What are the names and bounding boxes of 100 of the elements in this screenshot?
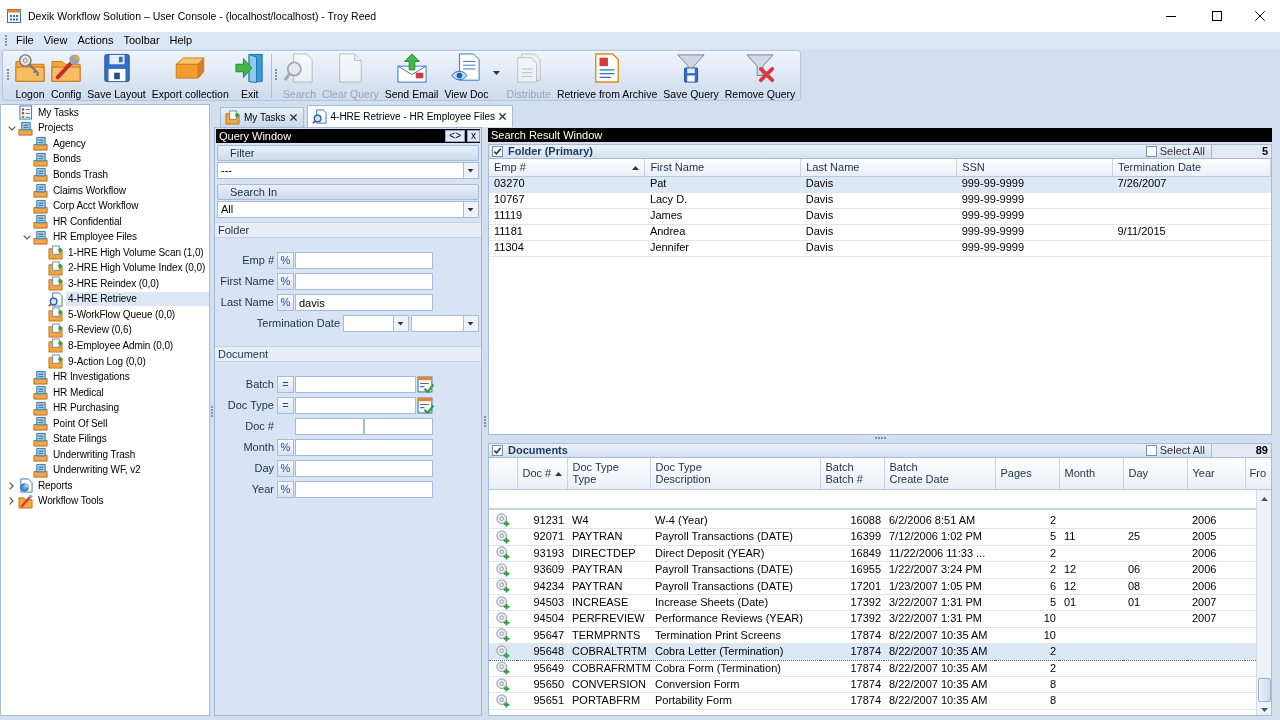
list-check-icon[interactable] bbox=[417, 376, 434, 393]
disc-plus-icon[interactable] bbox=[496, 612, 510, 627]
column-header[interactable]: Doc Type Type bbox=[567, 458, 650, 489]
table-row[interactable]: 94234 PAYTRAN Payroll Transactions (DATE) 17201 1/23/2007 1:05 PM 6 12 08 2006 bbox=[489, 578, 1256, 595]
disc-plus-icon[interactable] bbox=[496, 562, 510, 577]
tree-item[interactable]: Claims Workflow bbox=[51, 183, 209, 198]
export-collection-button[interactable]: Export collection bbox=[148, 51, 232, 100]
column-header[interactable]: Batch Batch # bbox=[820, 458, 884, 489]
tree-item[interactable]: 4-HRE Retrieve bbox=[66, 292, 209, 307]
chevron-down-icon[interactable] bbox=[22, 234, 31, 240]
table-row[interactable]: 95650 CONVERSION Conversion Form 17874 8/22/2007 10:35 AM 8 bbox=[489, 676, 1256, 693]
operator-button[interactable]: = bbox=[277, 397, 294, 414]
column-header[interactable]: Doc # bbox=[517, 458, 567, 489]
menu-item[interactable]: File bbox=[11, 33, 39, 48]
scroll-down-icon[interactable] bbox=[1260, 708, 1268, 712]
vertical-scrollbar[interactable] bbox=[1256, 489, 1271, 715]
tab[interactable]: 4-HRE Retrieve - HR Employee Files bbox=[306, 105, 513, 127]
table-row[interactable]: 91231 W4 W-4 (Year) 16088 6/2/2006 8:51 AM 2 2006 bbox=[489, 512, 1256, 529]
tree-item[interactable]: 6-Review (0,6) bbox=[66, 323, 209, 338]
input-field[interactable] bbox=[295, 418, 364, 435]
tree-item[interactable]: 9-Action Log (0,0) bbox=[66, 354, 209, 369]
caret-icon[interactable] bbox=[463, 163, 478, 178]
tree-item[interactable]: Bonds bbox=[51, 152, 209, 167]
column-header[interactable]: Year bbox=[1187, 458, 1245, 489]
tree-item[interactable]: 8-Employee Admin (0,0) bbox=[66, 338, 209, 353]
tree-item[interactable]: HR Purchasing bbox=[51, 401, 209, 416]
dock-button[interactable]: <> bbox=[445, 130, 465, 142]
input-field[interactable] bbox=[295, 481, 433, 498]
menu-item[interactable]: Toolbar bbox=[118, 33, 165, 48]
operator-button[interactable]: % bbox=[277, 294, 294, 311]
chevron-right-icon[interactable] bbox=[9, 497, 14, 506]
tree-item[interactable]: HR Investigations bbox=[51, 370, 209, 385]
column-header[interactable]: Termination Date bbox=[1112, 159, 1271, 176]
disc-plus-icon[interactable] bbox=[496, 644, 510, 659]
tree-item[interactable]: 1-HRE High Volume Scan (1,0) bbox=[66, 245, 209, 260]
menu-item[interactable]: View bbox=[38, 33, 73, 48]
input-field[interactable] bbox=[295, 397, 416, 414]
checkbox[interactable] bbox=[1145, 445, 1157, 456]
tree-item[interactable]: Underwriting WF, v2 bbox=[51, 463, 209, 478]
close-icon[interactable] bbox=[289, 114, 297, 121]
input-field[interactable] bbox=[295, 460, 433, 477]
tree-item[interactable]: Agency bbox=[51, 136, 209, 151]
column-header[interactable]: Batch Create Date bbox=[884, 458, 995, 489]
caret-icon[interactable] bbox=[463, 316, 478, 331]
tree-item[interactable]: 3-HRE Reindex (0,0) bbox=[66, 276, 209, 291]
select-all-label[interactable]: Select All bbox=[1159, 443, 1205, 458]
tree-item[interactable]: 5-WorkFlow Queue (0,0) bbox=[66, 307, 209, 322]
table-row[interactable]: 94504 PERFREVIEW Performance Reviews (YEAR) 17392 3/22/2007 1:31 PM 10 2007 bbox=[489, 610, 1256, 628]
table-row[interactable]: 94503 INCREASE Increase Sheets (Date) 17392 3/22/2007 1:31 PM 5 01 01 2007 bbox=[489, 594, 1256, 611]
caret-icon[interactable] bbox=[492, 71, 500, 75]
column-header[interactable]: Month bbox=[1059, 458, 1123, 489]
tree-item[interactable]: State Filings bbox=[51, 432, 209, 447]
column-header[interactable]: Pages bbox=[995, 458, 1059, 489]
disc-plus-icon[interactable] bbox=[496, 661, 510, 676]
list-check-icon[interactable] bbox=[417, 397, 434, 414]
disc-plus-icon[interactable] bbox=[496, 513, 510, 528]
column-header[interactable]: Emp # bbox=[489, 159, 645, 176]
tree-item[interactable]: HR Confidential bbox=[51, 214, 209, 229]
save-query-button[interactable]: Save Query bbox=[660, 51, 722, 100]
checkbox[interactable] bbox=[492, 146, 503, 157]
table-row[interactable]: 03270 Pat Davis 999-99-9999 7/26/2007 bbox=[489, 176, 1271, 192]
column-header[interactable]: Fro bbox=[1245, 458, 1271, 489]
column-header[interactable]: Doc Type Description bbox=[650, 458, 820, 489]
table-row[interactable]: 95651 PORTABFRM Portability Form 17874 8/22/2007 10:35 AM 8 bbox=[489, 692, 1256, 710]
scroll-thumb[interactable] bbox=[1257, 678, 1271, 702]
disc-plus-icon[interactable] bbox=[496, 530, 510, 545]
tree-item[interactable]: Underwriting Trash bbox=[51, 447, 209, 462]
table-row[interactable]: 92071 PAYTRAN Payroll Transactions (DATE) 16399 7/12/2006 1:02 PM 5 11 25 2005 bbox=[489, 528, 1256, 546]
tree-item[interactable]: Workflow Tools bbox=[36, 494, 209, 509]
close-icon[interactable] bbox=[499, 113, 506, 120]
tree-item[interactable]: HR Employee Files bbox=[51, 230, 209, 245]
table-row[interactable]: 93193 DIRECTDEP Direct Deposit (YEAR) 16849 11/22/2006 11:33 ... 2 2006 bbox=[489, 545, 1256, 562]
column-header[interactable]: First Name bbox=[644, 159, 801, 176]
disc-plus-icon[interactable] bbox=[496, 628, 510, 643]
send-email-button[interactable]: Send Email bbox=[381, 51, 442, 100]
chevron-down-icon[interactable] bbox=[7, 125, 16, 131]
filter-dropdown[interactable]: --- bbox=[217, 162, 479, 179]
retrieve-archive-button[interactable]: Retrieve from Archive bbox=[553, 51, 661, 100]
logon-button[interactable]: Logon bbox=[12, 51, 48, 100]
search-in-dropdown[interactable]: All bbox=[217, 201, 479, 218]
exit-button[interactable]: Exit bbox=[231, 51, 268, 100]
tab[interactable]: My Tasks bbox=[220, 107, 304, 127]
view-doc-button[interactable]: View Doc bbox=[441, 51, 492, 100]
input-field[interactable] bbox=[295, 439, 433, 456]
tree-item[interactable]: 2-HRE High Volume Index (0,0) bbox=[66, 261, 209, 276]
close-button[interactable]: x bbox=[467, 130, 480, 142]
disc-plus-icon[interactable] bbox=[496, 579, 510, 594]
tree-item[interactable]: Point Of Sell bbox=[51, 416, 209, 431]
table-row[interactable]: 95648 COBRALTRTM Cobra Letter (Termination) 17874 8/22/2007 10:35 AM 2 bbox=[489, 643, 1256, 660]
tree-item[interactable]: Projects bbox=[36, 121, 209, 136]
disc-plus-icon[interactable] bbox=[496, 694, 510, 708]
config-button[interactable]: Config bbox=[48, 51, 85, 100]
operator-button[interactable]: % bbox=[277, 439, 294, 456]
input-field[interactable] bbox=[295, 252, 433, 269]
tree-item[interactable]: Reports bbox=[36, 478, 209, 493]
table-row[interactable]: 10767 Lacy D. Davis 999-99-9999 bbox=[489, 192, 1271, 208]
operator-button[interactable]: = bbox=[277, 376, 294, 393]
scroll-up-icon[interactable] bbox=[1260, 496, 1268, 501]
disc-plus-icon[interactable] bbox=[496, 546, 510, 561]
input-field[interactable] bbox=[295, 376, 416, 393]
